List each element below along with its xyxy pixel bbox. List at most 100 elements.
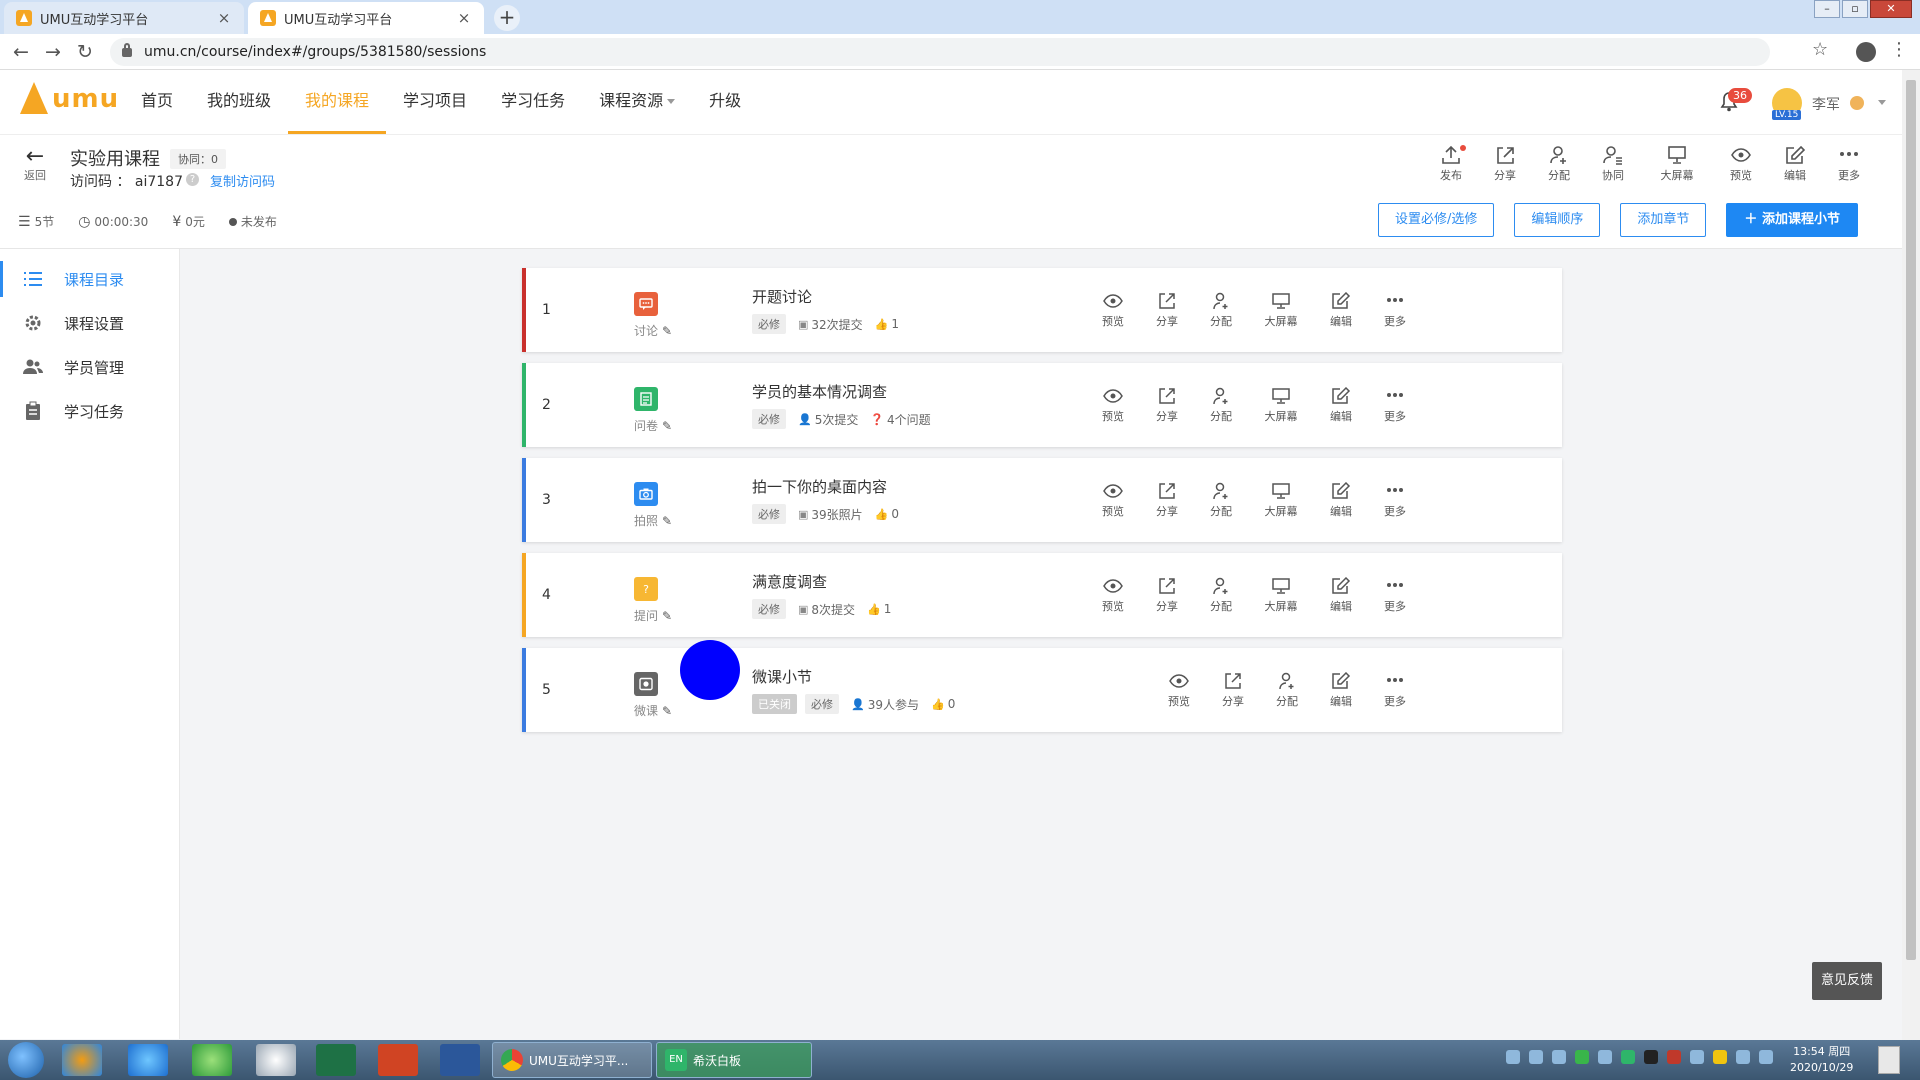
- nav-home[interactable]: 首页: [124, 70, 190, 134]
- user-menu-chevron-icon[interactable]: [1878, 100, 1886, 105]
- tray-flag-icon[interactable]: [1690, 1050, 1704, 1064]
- excel-icon[interactable]: [316, 1044, 356, 1076]
- close-tab-icon[interactable]: ×: [216, 9, 232, 27]
- tray-network-icon[interactable]: [1552, 1050, 1566, 1064]
- more-button[interactable]: 更多: [1368, 577, 1422, 614]
- pencil-icon[interactable]: ✎: [662, 324, 672, 338]
- pencil-icon[interactable]: ✎: [662, 609, 672, 623]
- share-button[interactable]: 分享: [1140, 482, 1194, 519]
- feedback-button[interactable]: 意见反馈: [1812, 962, 1882, 1000]
- url-input[interactable]: umu.cn/course/index#/groups/5381580/sess…: [110, 38, 1770, 66]
- scrollbar-thumb[interactable]: [1906, 80, 1916, 960]
- tray-help-icon[interactable]: [1529, 1050, 1543, 1064]
- session-row[interactable]: 4 ? 提问 ✎ 满意度调查 必修 ▣ 8次提交 👍 1 预览 分享 分配 大屏幕 编…: [522, 553, 1562, 637]
- nav-projects[interactable]: 学习项目: [386, 70, 484, 134]
- sidebar-item-catalog[interactable]: 课程目录: [0, 257, 179, 301]
- set-required-button[interactable]: 设置必修/选修: [1378, 203, 1495, 237]
- assign-button[interactable]: 分配: [1532, 145, 1586, 183]
- big-screen-button[interactable]: 大屏幕: [1248, 387, 1314, 424]
- tray-cpu-icon[interactable]: [1736, 1050, 1750, 1064]
- session-title[interactable]: 拍一下你的桌面内容: [752, 476, 887, 497]
- powerpoint-icon[interactable]: [378, 1044, 418, 1076]
- share-button[interactable]: 分享: [1140, 292, 1194, 329]
- share-button[interactable]: 分享: [1140, 577, 1194, 614]
- edit-button[interactable]: 编辑: [1314, 292, 1368, 329]
- pencil-icon[interactable]: ✎: [662, 704, 672, 718]
- sidebar-item-tasks[interactable]: 学习任务: [0, 389, 179, 433]
- big-screen-button[interactable]: 大屏幕: [1650, 145, 1704, 183]
- page-scrollbar[interactable]: [1902, 70, 1920, 1040]
- tray-bluetooth-icon[interactable]: [1598, 1050, 1612, 1064]
- umu-logo[interactable]: umu: [18, 82, 119, 116]
- publish-button[interactable]: 发布: [1424, 145, 1478, 183]
- pencil-icon[interactable]: ✎: [662, 514, 672, 528]
- bookmark-star-icon[interactable]: ☆: [1812, 39, 1828, 60]
- tray-antivirus-icon[interactable]: [1667, 1050, 1681, 1064]
- help-icon[interactable]: ?: [186, 173, 199, 186]
- add-chapter-button[interactable]: 添加章节: [1620, 203, 1707, 237]
- tray-n-icon[interactable]: [1575, 1050, 1589, 1064]
- session-row[interactable]: 3 拍照 ✎ 拍一下你的桌面内容 必修 ▣ 39张照片 👍 0 预览 分享 分配 大屏…: [522, 458, 1562, 542]
- more-button[interactable]: 更多: [1368, 387, 1422, 424]
- close-window-button[interactable]: ✕: [1870, 0, 1912, 18]
- assign-button[interactable]: 分配: [1194, 577, 1248, 614]
- word-icon[interactable]: [440, 1044, 480, 1076]
- browser-tab-2[interactable]: UMU互动学习平台 ×: [248, 2, 484, 34]
- qq-icon[interactable]: [256, 1044, 296, 1076]
- session-row[interactable]: 2 问卷 ✎ 学员的基本情况调查 必修 👤 5次提交 ❓ 4个问题 预览 分享 分配 …: [522, 363, 1562, 447]
- assign-button[interactable]: 分配: [1194, 292, 1248, 329]
- assign-button[interactable]: 分配: [1260, 672, 1314, 709]
- session-title[interactable]: 学员的基本情况调查: [752, 381, 887, 402]
- close-tab-icon[interactable]: ×: [456, 9, 472, 27]
- share-button[interactable]: 分享: [1478, 145, 1532, 183]
- more-button[interactable]: 更多: [1368, 672, 1422, 709]
- reload-icon[interactable]: ↻: [72, 39, 98, 65]
- assign-button[interactable]: 分配: [1194, 387, 1248, 424]
- ie-browser-icon[interactable]: [128, 1044, 168, 1076]
- more-button[interactable]: 更多: [1822, 145, 1876, 183]
- session-title[interactable]: 微课小节: [752, 666, 812, 687]
- new-tab-button[interactable]: +: [494, 5, 520, 31]
- account-icon[interactable]: [1856, 42, 1876, 62]
- preview-button[interactable]: 预览: [1086, 387, 1140, 424]
- nav-my-classes[interactable]: 我的班级: [190, 70, 288, 134]
- big-screen-button[interactable]: 大屏幕: [1248, 292, 1314, 329]
- tray-wechat-icon[interactable]: [1621, 1050, 1635, 1064]
- edit-button[interactable]: 编辑: [1314, 387, 1368, 424]
- copy-access-code-link[interactable]: 复制访问码: [210, 171, 275, 190]
- session-row[interactable]: 1 讨论 ✎ 开题讨论 必修 ▣ 32次提交 👍 1 预览 分享 分配 大屏幕 编辑 …: [522, 268, 1562, 352]
- start-button[interactable]: [8, 1042, 44, 1078]
- minimize-button[interactable]: –: [1814, 0, 1840, 18]
- browser-menu-icon[interactable]: ⋮: [1890, 39, 1908, 60]
- edit-button[interactable]: 编辑: [1314, 577, 1368, 614]
- nav-upgrade[interactable]: 升级: [692, 70, 758, 134]
- nav-tasks[interactable]: 学习任务: [484, 70, 582, 134]
- tray-volume-icon[interactable]: [1759, 1050, 1773, 1064]
- big-screen-button[interactable]: 大屏幕: [1248, 577, 1314, 614]
- edit-button[interactable]: 编辑: [1768, 145, 1822, 183]
- app-launcher-icon[interactable]: [62, 1044, 102, 1076]
- edit-order-button[interactable]: 编辑顺序: [1514, 203, 1601, 237]
- preview-button[interactable]: 预览: [1152, 672, 1206, 709]
- show-desktop-button[interactable]: [1878, 1046, 1900, 1074]
- preview-button[interactable]: 预览: [1714, 145, 1768, 183]
- taskbar-clock[interactable]: 13:54 周四 2020/10/29: [1790, 1044, 1853, 1076]
- taskbar-window-whiteboard[interactable]: EN 希沃白板: [656, 1042, 812, 1078]
- refresh-app-icon[interactable]: [192, 1044, 232, 1076]
- user-name[interactable]: 李军: [1812, 94, 1840, 114]
- big-screen-button[interactable]: 大屏幕: [1248, 482, 1314, 519]
- pencil-icon[interactable]: ✎: [662, 419, 672, 433]
- maximize-button[interactable]: ▫: [1842, 0, 1868, 18]
- forward-arrow-icon[interactable]: →: [40, 39, 66, 65]
- share-button[interactable]: 分享: [1206, 672, 1260, 709]
- edit-button[interactable]: 编辑: [1314, 482, 1368, 519]
- taskbar-window-chrome[interactable]: UMU互动学习平...: [492, 1042, 652, 1078]
- tray-security-icon[interactable]: [1713, 1050, 1727, 1064]
- preview-button[interactable]: 预览: [1086, 482, 1140, 519]
- sidebar-item-settings[interactable]: 课程设置: [0, 301, 179, 345]
- tray-record-icon[interactable]: [1644, 1050, 1658, 1064]
- session-title[interactable]: 开题讨论: [752, 286, 812, 307]
- browser-tab-1[interactable]: UMU互动学习平台 ×: [4, 2, 244, 34]
- more-button[interactable]: 更多: [1368, 482, 1422, 519]
- collaborate-button[interactable]: 协同: [1586, 145, 1640, 183]
